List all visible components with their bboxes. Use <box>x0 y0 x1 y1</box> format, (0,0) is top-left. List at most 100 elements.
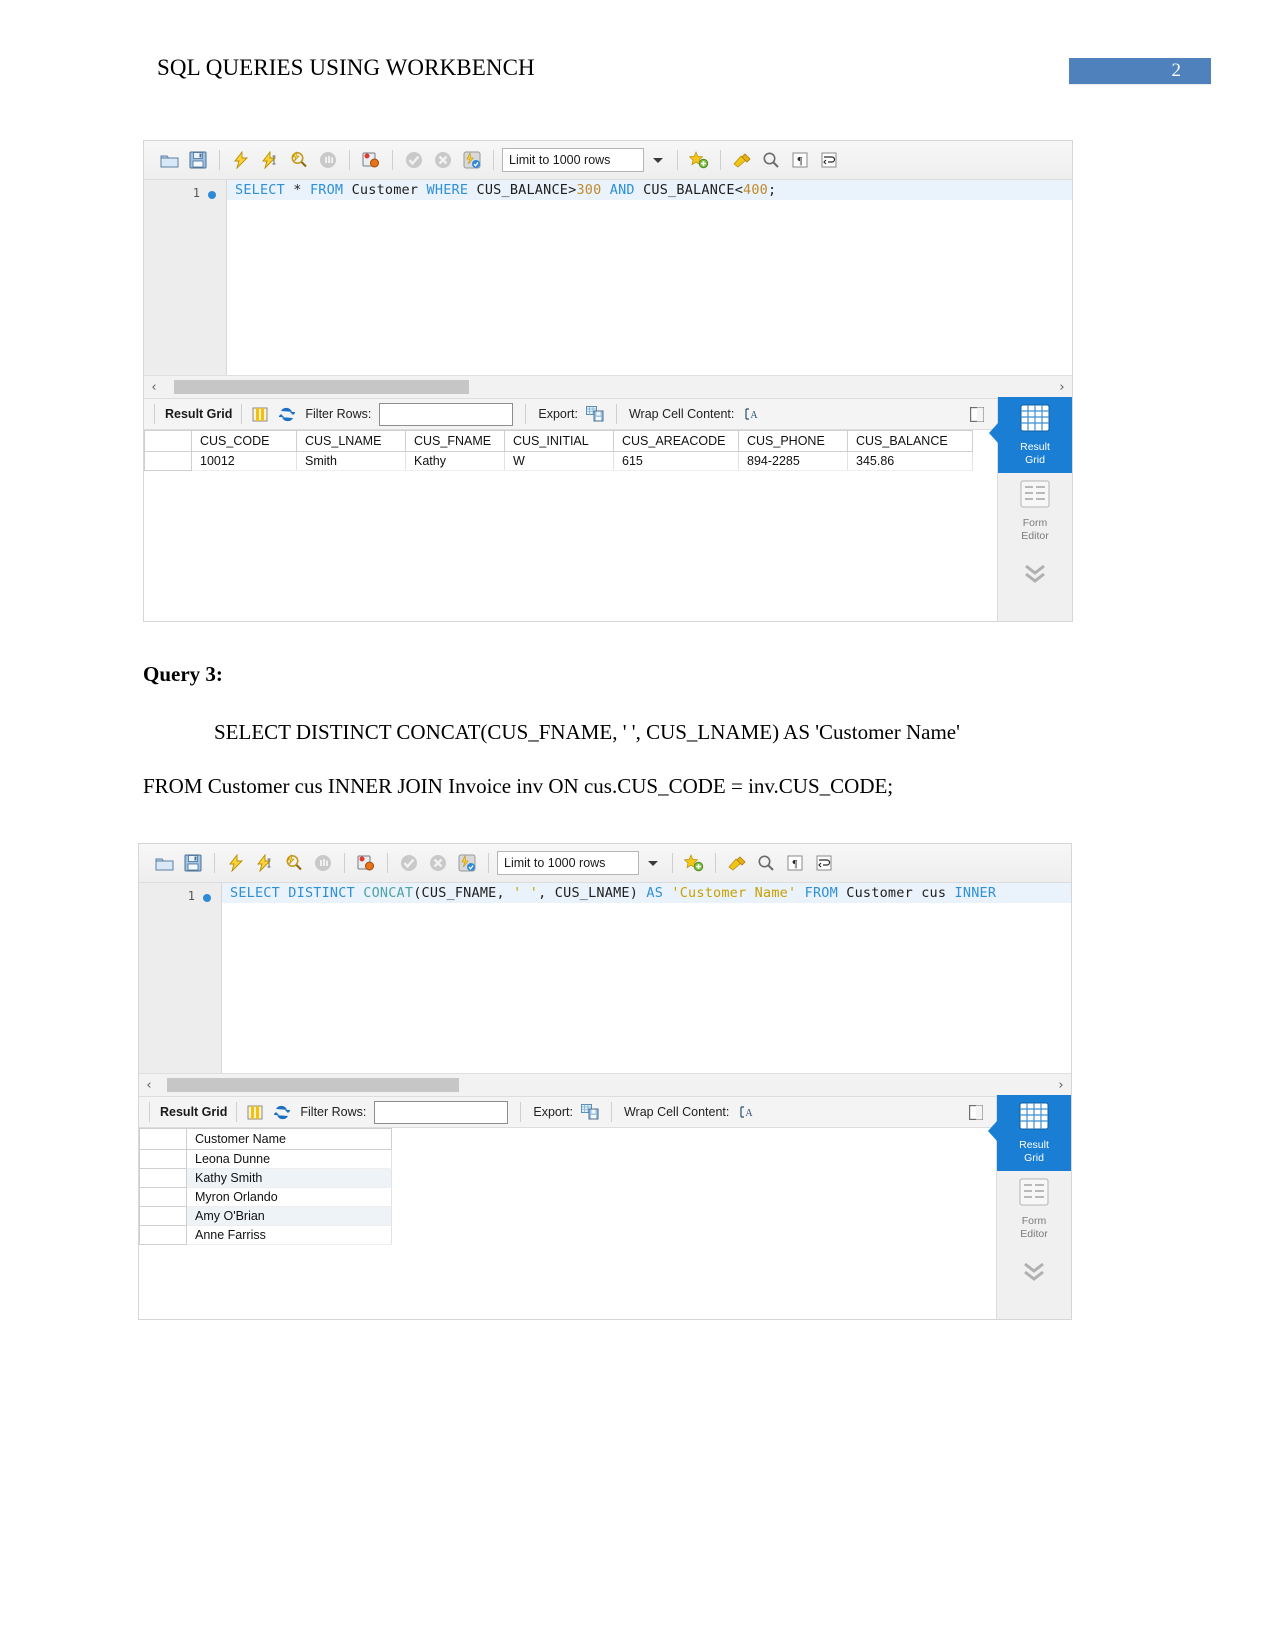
sql-editor-1[interactable]: 1 SELECT * FROM Customer WHERE CUS_BALAN… <box>144 180 1072 375</box>
result-grid-1[interactable]: CUS_CODE CUS_LNAME CUS_FNAME CUS_INITIAL CUS… <box>144 430 1072 603</box>
fetch-rows-icon[interactable] <box>968 405 986 423</box>
editor-hscrollbar-2[interactable]: ‹ › <box>139 1073 1071 1096</box>
scroll-right-icon[interactable]: › <box>1051 1078 1071 1093</box>
chevron-down-icon[interactable] <box>642 852 664 874</box>
result-table-1[interactable]: CUS_CODE CUS_LNAME CUS_FNAME CUS_INITIAL CUS… <box>144 430 973 471</box>
explain-icon[interactable] <box>281 850 307 876</box>
wrap-cell-icon[interactable]: A <box>738 1103 756 1121</box>
sql-editor-2[interactable]: 1 SELECT DISTINCT CONCAT(CUS_FNAME, ' ',… <box>139 883 1071 1073</box>
column-header[interactable]: CUS_AREACODE <box>613 430 739 452</box>
table-cell[interactable]: 615 <box>613 451 739 471</box>
invisible-chars-icon[interactable]: ¶ <box>787 147 813 173</box>
scroll-left-icon[interactable]: ‹ <box>139 1078 159 1093</box>
new-snippet-icon[interactable] <box>686 147 712 173</box>
sql-statement-1[interactable]: SELECT * FROM Customer WHERE CUS_BALANCE… <box>227 180 1072 200</box>
scroll-left-icon[interactable]: ‹ <box>144 380 164 395</box>
row-selector-cell[interactable] <box>139 1168 187 1188</box>
wrap-lines-icon[interactable] <box>816 147 842 173</box>
sidepanel-form-editor-tab[interactable]: Form Editor <box>997 1171 1071 1247</box>
row-selector-cell[interactable] <box>139 1206 187 1226</box>
export-recordset-icon[interactable] <box>585 405 604 423</box>
table-cell[interactable]: W <box>504 451 614 471</box>
row-limit-select[interactable]: Limit to 1000 rows <box>497 851 639 875</box>
column-header[interactable]: CUS_INITIAL <box>504 430 614 452</box>
filter-columns-icon[interactable] <box>246 1103 264 1121</box>
table-cell[interactable]: Myron Orlando <box>186 1187 392 1207</box>
table-row[interactable]: Amy O'Brian <box>139 1206 392 1226</box>
table-row[interactable]: Leona Dunne <box>139 1149 392 1169</box>
hscroll-track-2[interactable] <box>159 1078 1051 1092</box>
sql-statement-2[interactable]: SELECT DISTINCT CONCAT(CUS_FNAME, ' ', C… <box>222 883 1071 903</box>
refresh-icon[interactable] <box>273 1103 291 1121</box>
filter-rows-input[interactable] <box>374 1100 509 1124</box>
sidepanel-form-editor-tab[interactable]: Form Editor <box>998 473 1072 549</box>
filter-columns-icon[interactable] <box>251 405 269 423</box>
find-icon[interactable] <box>758 147 784 173</box>
sidepanel-result-grid-tab[interactable]: Result Grid <box>989 397 1072 473</box>
find-icon[interactable] <box>753 850 779 876</box>
wrap-lines-icon[interactable] <box>811 850 837 876</box>
row-selector-cell[interactable] <box>139 1225 187 1245</box>
scroll-right-icon[interactable]: › <box>1052 380 1072 395</box>
autocommit-icon[interactable] <box>459 147 485 173</box>
new-snippet-icon[interactable] <box>681 850 707 876</box>
fetch-rows-icon[interactable] <box>967 1103 985 1121</box>
table-cell[interactable]: Kathy <box>405 451 505 471</box>
execute-current-statement-icon[interactable] <box>252 850 278 876</box>
toggle-breakpoint-icon[interactable] <box>358 147 384 173</box>
column-header[interactable]: Customer Name <box>186 1128 392 1150</box>
beautify-icon[interactable] <box>724 850 750 876</box>
autocommit-icon[interactable] <box>454 850 480 876</box>
save-icon[interactable] <box>185 147 211 173</box>
explain-icon[interactable] <box>286 147 312 173</box>
table-cell[interactable]: 894-2285 <box>738 451 848 471</box>
chevron-double-down-icon[interactable] <box>997 1247 1071 1293</box>
table-row[interactable]: Myron Orlando <box>139 1187 392 1207</box>
table-row[interactable]: Kathy Smith <box>139 1168 392 1188</box>
table-cell[interactable]: Anne Farriss <box>186 1225 392 1245</box>
execute-icon[interactable] <box>228 147 254 173</box>
row-selector-cell[interactable] <box>139 1187 187 1207</box>
beautify-icon[interactable] <box>729 147 755 173</box>
filter-rows-input[interactable] <box>379 402 514 426</box>
chevron-double-down-icon[interactable] <box>998 549 1072 595</box>
open-folder-icon[interactable] <box>151 850 177 876</box>
sidepanel-result-grid-tab[interactable]: Result Grid <box>988 1095 1071 1171</box>
table-row[interactable]: 10012 Smith Kathy W 615 894-2285 345.86 <box>144 451 973 471</box>
hscroll-thumb-1[interactable] <box>174 380 469 394</box>
table-cell[interactable]: Smith <box>296 451 406 471</box>
invisible-chars-icon[interactable]: ¶ <box>782 850 808 876</box>
table-cell[interactable]: Kathy Smith <box>186 1168 392 1188</box>
open-folder-icon[interactable] <box>156 147 182 173</box>
table-row[interactable]: Anne Farriss <box>139 1225 392 1245</box>
export-recordset-icon[interactable] <box>580 1103 599 1121</box>
table-cell[interactable]: Leona Dunne <box>186 1149 392 1169</box>
chevron-down-icon[interactable] <box>647 149 669 171</box>
execute-current-statement-icon[interactable] <box>257 147 283 173</box>
hscroll-track-1[interactable] <box>164 380 1052 394</box>
wrap-cell-icon[interactable]: A <box>743 405 761 423</box>
column-header[interactable]: CUS_BALANCE <box>847 430 973 452</box>
execute-icon[interactable] <box>223 850 249 876</box>
table-cell[interactable]: Amy O'Brian <box>186 1206 392 1226</box>
row-selector-header[interactable] <box>144 430 192 452</box>
column-header[interactable]: CUS_CODE <box>191 430 297 452</box>
row-selector-cell[interactable] <box>139 1149 187 1169</box>
column-header[interactable]: CUS_FNAME <box>405 430 505 452</box>
row-limit-select[interactable]: Limit to 1000 rows <box>502 148 644 172</box>
save-icon[interactable] <box>180 850 206 876</box>
hscroll-thumb-2[interactable] <box>167 1078 459 1092</box>
column-header[interactable]: CUS_LNAME <box>296 430 406 452</box>
toggle-breakpoint-icon[interactable] <box>353 850 379 876</box>
row-selector-header[interactable] <box>139 1128 187 1150</box>
result-grid-2[interactable]: Customer Name Leona Dunne Kathy Smith Myron… <box>139 1128 1071 1298</box>
row-selector-cell[interactable] <box>144 451 192 471</box>
table-cell[interactable]: 10012 <box>191 451 297 471</box>
editor-hscrollbar-1[interactable]: ‹ › <box>144 375 1072 398</box>
column-header[interactable]: CUS_PHONE <box>738 430 848 452</box>
table-cell[interactable]: 345.86 <box>847 451 973 471</box>
sql-code-area-1[interactable]: SELECT * FROM Customer WHERE CUS_BALANCE… <box>227 180 1072 375</box>
result-table-2[interactable]: Customer Name Leona Dunne Kathy Smith Myron… <box>139 1128 392 1245</box>
sql-code-area-2[interactable]: SELECT DISTINCT CONCAT(CUS_FNAME, ' ', C… <box>222 883 1071 1073</box>
refresh-icon[interactable] <box>278 405 296 423</box>
